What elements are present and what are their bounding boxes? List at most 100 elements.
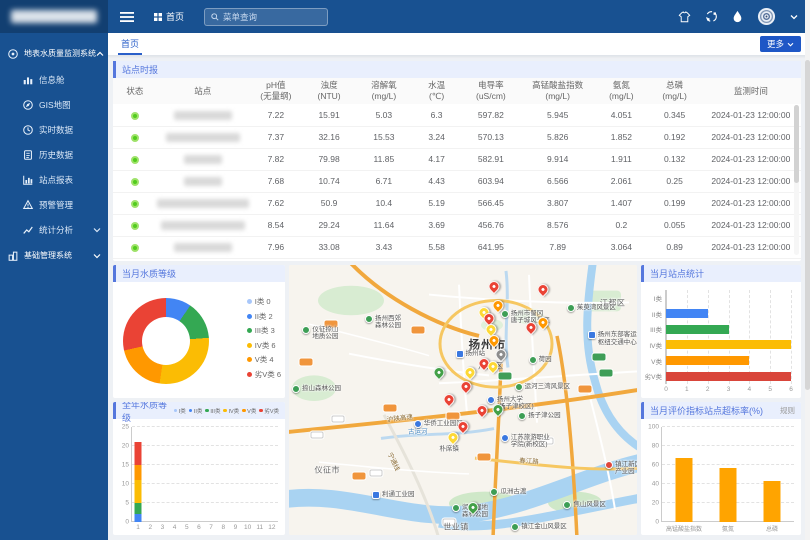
legend-item: 劣V类 — [259, 407, 279, 415]
screen-icon[interactable] — [705, 10, 718, 23]
sidebar-item-0-4[interactable]: 站点报表 — [0, 167, 108, 192]
sidebar-item-0-0[interactable]: 信息舱 — [0, 67, 108, 92]
column-header: 浊度(NTU) — [303, 78, 355, 104]
time-cell: 2024-01-23 12:00:00 — [701, 170, 801, 192]
sidebar-item-0-5[interactable]: 预警管理 — [0, 192, 108, 217]
category-label: III类 — [650, 324, 662, 334]
value-cell: 7.96 — [249, 236, 303, 258]
value-cell: 7.68 — [249, 170, 303, 192]
menu-search-input[interactable]: 菜单查询 — [204, 8, 328, 26]
map-icon — [22, 99, 34, 111]
skin-icon[interactable] — [678, 11, 691, 23]
poi-circle-icon — [487, 396, 495, 404]
time-cell: 2024-01-23 12:00:00 — [701, 236, 801, 258]
y-tick-label: 5 — [125, 500, 129, 507]
main-area: 首页 菜单查询 — [108, 0, 810, 540]
report-icon — [22, 174, 34, 186]
y-tick-label: 40 — [652, 481, 659, 488]
stations-map[interactable]: 扬州市广陵区江都区仪征市世业镇朴席镇古运河沪陕高速春江路宁通线扬州西郊 森林公园… — [289, 265, 637, 535]
settings-icon — [7, 250, 19, 262]
tab-home[interactable]: 首页 — [118, 33, 142, 55]
poi-label: 利通工业园 — [382, 491, 415, 498]
stacked-bar-month-8 — [220, 427, 227, 522]
stacked-bar-month-2 — [147, 427, 154, 522]
exceed-rate-title: 当月评价指标站点超标率(%) — [650, 404, 763, 417]
legend-item: I类 — [174, 407, 186, 415]
x-tick-label: 4 — [748, 386, 752, 393]
hbar-row-I类: I类 — [666, 293, 791, 302]
status-cell — [113, 104, 157, 126]
avatar[interactable] — [757, 7, 776, 26]
value-cell: 641.95 — [461, 236, 522, 258]
road-shield — [300, 359, 313, 366]
sidebar-item-0-3[interactable]: 历史数据 — [0, 142, 108, 167]
right-column: 当月站点统计 0123456I类II类III类IV类V类劣V类 当月评价指标站点… — [641, 265, 801, 535]
page-scrollbar — [805, 0, 810, 540]
chevron-down-icon — [93, 252, 101, 260]
value-cell: 603.94 — [461, 170, 522, 192]
y-tick-label: 80 — [652, 443, 659, 450]
poi-circle-icon — [518, 412, 526, 420]
gridline — [662, 445, 794, 446]
sidebar-item-0-1[interactable]: GIS地图 — [0, 92, 108, 117]
content: 站点时报 状态站点pH值(无量纲)浊度(NTU)溶解氧(mg/L)水温(℃)电导… — [108, 56, 810, 540]
tabbar: 首页 更多 — [108, 33, 810, 56]
legend-label: III类 — [210, 407, 220, 415]
table-scrollbar-thumb[interactable] — [794, 105, 799, 183]
poi-square-icon — [456, 350, 464, 358]
gridline — [729, 290, 730, 384]
user-menu-chevron-down-icon[interactable] — [790, 14, 798, 20]
sidebar-item-0-2[interactable]: 实时数据 — [0, 117, 108, 142]
legend-dot — [205, 409, 209, 413]
legend-item: III类 3 — [247, 325, 281, 336]
sidebar-group-1[interactable]: 基础管理系统 — [0, 242, 108, 269]
donut-legend: I类 0II类 2III类 3IV类 6V类 4劣V类 6 — [247, 296, 281, 380]
poi-label: 江苏旅游职业 学院(新校区) — [511, 434, 550, 449]
x-tick-label: 1 — [685, 386, 689, 393]
column-header: 站点 — [157, 78, 249, 104]
status-cell — [113, 236, 157, 258]
value-cell: 5.03 — [355, 104, 412, 126]
value-cell: 566.45 — [461, 192, 522, 214]
monthly-quality-title: 当月水质等级 — [122, 267, 176, 280]
legend-label: V类 — [247, 407, 256, 415]
bar-V类 — [666, 356, 749, 365]
breadcrumb-home[interactable]: 首页 — [154, 10, 184, 23]
value-cell: 1.407 — [594, 192, 648, 214]
sidebar-item-0-6[interactable]: 统计分析 — [0, 217, 108, 242]
poi-circle-icon — [501, 310, 509, 318]
app-logo — [0, 0, 108, 33]
status-online-dot — [131, 222, 139, 230]
sidebar-group-0[interactable]: 地表水质量监测系统 — [0, 40, 108, 67]
bar-高锰酸盐指数 — [676, 458, 693, 522]
bar-总磷 — [764, 481, 781, 522]
exceed-rate-rules-link[interactable]: 规则 — [780, 405, 795, 416]
value-cell: 456.76 — [461, 214, 522, 236]
poi-label: 镇江金山风景区 — [521, 523, 567, 530]
stacked-bar-month-1 — [135, 427, 142, 522]
station-report-panel-header: 站点时报 — [113, 61, 801, 78]
more-button-label: 更多 — [767, 38, 784, 50]
poi-circle-icon — [414, 420, 422, 428]
gridline — [662, 426, 794, 427]
yearly-quality-header: 全年水质等级 I类II类III类IV类V类劣V类 — [113, 402, 285, 419]
legend-item: 劣V类 6 — [247, 369, 281, 380]
hamburger-icon[interactable] — [120, 11, 134, 23]
legend-item: V类 4 — [247, 354, 281, 365]
water-drop-icon[interactable] — [732, 10, 743, 23]
y-tick-label: 100 — [648, 424, 659, 431]
value-cell: 3.43 — [355, 236, 412, 258]
y-tick-label: 0 — [655, 519, 659, 526]
x-tick-label: 6 — [197, 524, 201, 531]
stack-segment-III类 — [135, 503, 142, 514]
page-scrollbar-thumb[interactable] — [805, 60, 810, 390]
legend-dot — [259, 409, 263, 413]
value-cell: 7.37 — [249, 126, 303, 148]
more-button[interactable]: 更多 — [760, 36, 801, 52]
value-cell: 0.345 — [649, 104, 701, 126]
value-cell: 6.566 — [521, 170, 594, 192]
poi-label: 瓜洲古渡 — [500, 488, 526, 495]
value-cell: 4.17 — [413, 148, 461, 170]
yearly-quality-panel: 全年水质等级 I类II类III类IV类V类劣V类 051015202512345… — [113, 402, 285, 535]
poi-circle-icon — [292, 385, 300, 393]
